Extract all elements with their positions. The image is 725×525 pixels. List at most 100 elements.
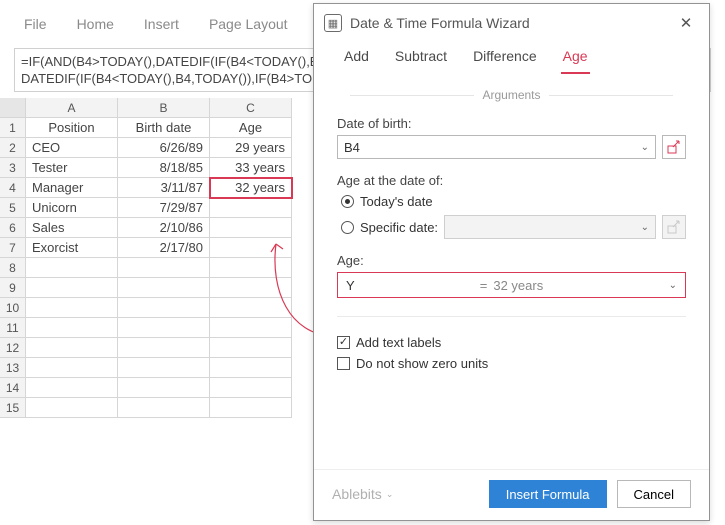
- ribbon-tab-insert[interactable]: Insert: [144, 16, 179, 32]
- row-header[interactable]: 13: [0, 358, 26, 378]
- cell[interactable]: [118, 298, 210, 318]
- cell[interactable]: [118, 358, 210, 378]
- cell[interactable]: [26, 398, 118, 418]
- cell[interactable]: [118, 338, 210, 358]
- cell[interactable]: [118, 318, 210, 338]
- checkbox-hide-zero-units-label: Do not show zero units: [356, 356, 488, 371]
- cell[interactable]: [210, 218, 292, 238]
- row-header[interactable]: 15: [0, 398, 26, 418]
- row-header[interactable]: 11: [0, 318, 26, 338]
- cell[interactable]: 6/26/89: [118, 138, 210, 158]
- cell[interactable]: 7/29/87: [118, 198, 210, 218]
- cell[interactable]: [118, 398, 210, 418]
- brand-menu[interactable]: Ablebits ⌄: [332, 486, 393, 502]
- cell[interactable]: [210, 238, 292, 258]
- cell[interactable]: [26, 358, 118, 378]
- row-header[interactable]: 3: [0, 158, 26, 178]
- cell[interactable]: 32 years: [210, 178, 292, 198]
- cell[interactable]: [118, 378, 210, 398]
- chevron-down-icon: ⌄: [669, 280, 677, 291]
- dob-input[interactable]: B4 ⌄: [337, 135, 656, 159]
- row-header[interactable]: 12: [0, 338, 26, 358]
- age-unit-value: Y: [346, 278, 355, 293]
- cell[interactable]: [210, 378, 292, 398]
- cell[interactable]: 2/10/86: [118, 218, 210, 238]
- cell[interactable]: [210, 298, 292, 318]
- row-header[interactable]: 14: [0, 378, 26, 398]
- cell[interactable]: [26, 338, 118, 358]
- checkbox-hide-zero-units[interactable]: Do not show zero units: [337, 356, 686, 371]
- chevron-down-icon: ⌄: [635, 222, 649, 233]
- tab-subtract[interactable]: Subtract: [393, 42, 449, 74]
- age-result-selector[interactable]: Y = 32 years ⌄: [337, 272, 686, 298]
- row-header[interactable]: 7: [0, 238, 26, 258]
- cell[interactable]: [210, 358, 292, 378]
- cell[interactable]: [26, 318, 118, 338]
- row-header[interactable]: 5: [0, 198, 26, 218]
- age-unit-label: Age:: [337, 253, 686, 268]
- cell[interactable]: Age: [210, 118, 292, 138]
- ribbon-tab-home[interactable]: Home: [77, 16, 114, 32]
- cell[interactable]: Birth date: [118, 118, 210, 138]
- col-header-c[interactable]: C: [210, 98, 292, 118]
- row-header[interactable]: 9: [0, 278, 26, 298]
- tab-add[interactable]: Add: [342, 42, 371, 74]
- date-time-wizard-dialog: ▦ Date & Time Formula Wizard ✕ Add Subtr…: [313, 3, 710, 521]
- cell[interactable]: 2/17/80: [118, 238, 210, 258]
- cell[interactable]: Position: [26, 118, 118, 138]
- brand-label: Ablebits: [332, 486, 382, 502]
- cell[interactable]: [118, 278, 210, 298]
- specific-date-input[interactable]: ⌄: [444, 215, 656, 239]
- cell[interactable]: [210, 278, 292, 298]
- cell[interactable]: 29 years: [210, 138, 292, 158]
- insert-formula-button[interactable]: Insert Formula: [489, 480, 607, 508]
- cell[interactable]: CEO: [26, 138, 118, 158]
- cell[interactable]: Tester: [26, 158, 118, 178]
- close-button[interactable]: ✕: [673, 12, 699, 34]
- row-header[interactable]: 1: [0, 118, 26, 138]
- cell[interactable]: [210, 338, 292, 358]
- cell[interactable]: Manager: [26, 178, 118, 198]
- chevron-down-icon: ⌄: [386, 489, 394, 500]
- cell[interactable]: 3/11/87: [118, 178, 210, 198]
- range-picker-button[interactable]: [662, 215, 686, 239]
- cell[interactable]: Exorcist: [26, 238, 118, 258]
- divider: [337, 316, 686, 317]
- select-all-cell[interactable]: [0, 98, 26, 118]
- dialog-title: Date & Time Formula Wizard: [350, 15, 665, 31]
- ribbon-tab-file[interactable]: File: [24, 16, 47, 32]
- row-header[interactable]: 4: [0, 178, 26, 198]
- cell[interactable]: [26, 298, 118, 318]
- ribbon-tab-layout[interactable]: Page Layout: [209, 16, 288, 32]
- checkbox-icon: [337, 357, 350, 370]
- cell[interactable]: [210, 318, 292, 338]
- radio-specific-date[interactable]: [341, 221, 354, 234]
- cell[interactable]: [26, 278, 118, 298]
- cell[interactable]: [210, 398, 292, 418]
- row-header[interactable]: 8: [0, 258, 26, 278]
- checkbox-icon: [337, 336, 350, 349]
- cancel-button[interactable]: Cancel: [617, 480, 691, 508]
- row-header[interactable]: 10: [0, 298, 26, 318]
- row-header[interactable]: 6: [0, 218, 26, 238]
- dialog-titlebar: ▦ Date & Time Formula Wizard ✕: [314, 4, 709, 40]
- cell[interactable]: Sales: [26, 218, 118, 238]
- section-arguments: Arguments: [342, 88, 681, 102]
- checkbox-add-text-labels[interactable]: Add text labels: [337, 335, 686, 350]
- radio-todays-date[interactable]: Today's date: [341, 194, 686, 209]
- col-header-b[interactable]: B: [118, 98, 210, 118]
- cell[interactable]: Unicorn: [26, 198, 118, 218]
- cell[interactable]: [26, 258, 118, 278]
- tab-difference[interactable]: Difference: [471, 42, 539, 74]
- col-header-a[interactable]: A: [26, 98, 118, 118]
- cell[interactable]: [118, 258, 210, 278]
- cell[interactable]: 8/18/85: [118, 158, 210, 178]
- row-header[interactable]: 2: [0, 138, 26, 158]
- cell[interactable]: 33 years: [210, 158, 292, 178]
- range-picker-button[interactable]: [662, 135, 686, 159]
- tab-age[interactable]: Age: [561, 42, 590, 74]
- chevron-down-icon: ⌄: [635, 142, 649, 153]
- cell[interactable]: [210, 198, 292, 218]
- cell[interactable]: [26, 378, 118, 398]
- cell[interactable]: [210, 258, 292, 278]
